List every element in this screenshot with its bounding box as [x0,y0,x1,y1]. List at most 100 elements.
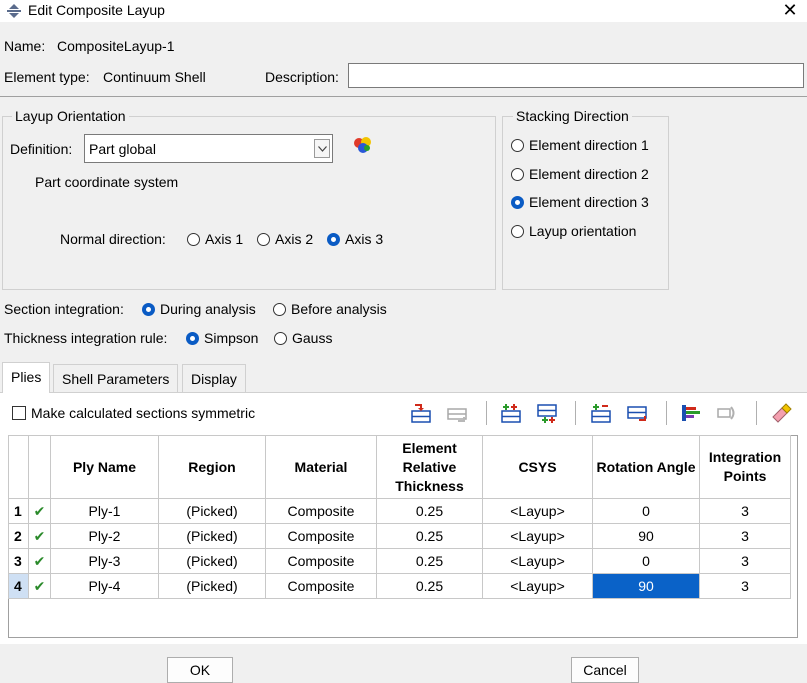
stacking-element-direction-3-radio[interactable]: Element direction 3 [511,194,649,210]
symmetric-checkbox[interactable] [12,406,26,420]
tab-display[interactable]: Display [182,364,246,392]
material-cell[interactable]: Composite [265,573,377,599]
thickness-cell[interactable]: 0.25 [376,548,483,574]
table-row[interactable]: 2 ✔ Ply-2 (Picked) Composite 0.25 <Layup… [8,523,791,549]
material-cell[interactable]: Composite [265,548,377,574]
add-row-below-icon[interactable] [536,402,558,424]
tab-shell-parameters[interactable]: Shell Parameters [53,364,179,392]
header-csys[interactable]: CSYS [482,435,593,499]
header-integration-points[interactable]: Integration Points [699,435,791,499]
integration-points-cell[interactable]: 3 [699,548,791,574]
header-row-number [8,435,29,499]
tab-plies[interactable]: Plies [2,362,51,393]
csys-cell[interactable]: <Layup> [482,498,593,524]
integration-points-cell[interactable]: 3 [699,573,791,599]
thickness-cell[interactable]: 0.25 [376,498,483,524]
simpson-radio[interactable]: Simpson [186,330,258,346]
thickness-integration-label: Thickness integration rule: [4,330,168,346]
close-icon[interactable]: ✕ [778,0,802,21]
toolbar-separator [575,401,576,425]
radio-icon [274,331,287,345]
header-region[interactable]: Region [158,435,266,499]
header-ply-name[interactable]: Ply Name [50,435,159,499]
region-cell[interactable]: (Picked) [158,573,266,599]
stacking-element-direction-2-radio[interactable]: Element direction 2 [511,166,649,182]
eraser-icon[interactable] [770,402,792,424]
region-cell[interactable]: (Picked) [158,523,266,549]
during-analysis-radio[interactable]: During analysis [142,301,256,317]
rotation-angle-cell-selected[interactable]: 90 [592,573,700,599]
table-row[interactable]: 3 ✔ Ply-3 (Picked) Composite 0.25 <Layup… [8,548,791,574]
table-row[interactable]: 1 ✔ Ply-1 (Picked) Composite 0.25 <Layup… [8,498,791,524]
radio-icon [187,232,200,246]
row-number[interactable]: 4 [8,573,29,599]
insert-row-before-icon[interactable] [410,402,432,424]
stacking-layup-orientation-radio[interactable]: Layup orientation [511,223,636,239]
csys-cell[interactable]: <Layup> [482,523,593,549]
check-icon: ✔ [28,548,51,574]
header-status [28,435,51,499]
material-cell[interactable]: Composite [265,498,377,524]
normal-axis-1-radio[interactable]: Axis 1 [187,231,243,247]
app-logo-icon [7,4,21,18]
separator [0,96,807,97]
plies-table: Ply Name Region Material Element Relativ… [8,435,791,599]
rotation-angle-cell[interactable]: 90 [592,523,700,549]
header-material[interactable]: Material [265,435,377,499]
radio-icon [257,232,270,246]
ply-name-cell[interactable]: Ply-3 [50,548,159,574]
chevron-down-icon[interactable] [314,139,330,158]
region-cell[interactable]: (Picked) [158,548,266,574]
check-icon: ✔ [28,573,51,599]
ok-button[interactable]: OK [167,657,233,683]
radio-icon [511,138,524,152]
delete-row-icon[interactable] [626,402,648,424]
integration-points-cell[interactable]: 3 [699,523,791,549]
before-analysis-radio[interactable]: Before analysis [273,301,387,317]
csys-cell[interactable]: <Layup> [482,548,593,574]
description-input[interactable] [348,63,804,88]
header-rotation-angle[interactable]: Rotation Angle [592,435,700,499]
normal-axis-2-radio[interactable]: Axis 2 [257,231,313,247]
section-integration-label: Section integration: [4,301,124,317]
csys-select-icon[interactable] [352,136,374,154]
radio-icon [511,224,524,238]
add-row-above-icon[interactable] [500,402,522,424]
ply-name-cell[interactable]: Ply-2 [50,523,159,549]
coordinate-system-text: Part coordinate system [35,174,179,190]
symmetric-label: Make calculated sections symmetric [31,405,256,421]
radio-selected-icon [327,232,340,246]
copy-row-icon[interactable] [590,402,612,424]
rotation-angle-cell[interactable]: 0 [592,498,700,524]
cancel-button[interactable]: Cancel [571,657,639,683]
row-number[interactable]: 2 [8,523,29,549]
insert-row-after-disabled-icon[interactable] [446,402,468,424]
check-icon: ✔ [28,498,51,524]
stacking-direction-title: Stacking Direction [513,108,632,124]
normal-axis-3-radio[interactable]: Axis 3 [327,231,383,247]
ply-name-cell[interactable]: Ply-4 [50,573,159,599]
sort-plies-icon[interactable] [680,402,702,424]
header-thickness[interactable]: Element Relative Thickness [376,435,483,499]
row-number[interactable]: 1 [8,498,29,524]
integration-points-cell[interactable]: 3 [699,498,791,524]
toolbar-separator [756,401,757,425]
thickness-cell[interactable]: 0.25 [376,523,483,549]
move-row-disabled-icon[interactable] [716,402,738,424]
definition-combo[interactable]: Part global [84,134,333,163]
normal-direction-label: Normal direction: [60,231,166,247]
region-cell[interactable]: (Picked) [158,498,266,524]
gauss-radio[interactable]: Gauss [274,330,332,346]
material-cell[interactable]: Composite [265,523,377,549]
row-number[interactable]: 3 [8,548,29,574]
description-label: Description: [265,69,339,85]
rotation-angle-cell[interactable]: 0 [592,548,700,574]
layup-orientation-title: Layup Orientation [12,108,129,124]
stacking-element-direction-1-radio[interactable]: Element direction 1 [511,137,649,153]
table-row[interactable]: 4 ✔ Ply-4 (Picked) Composite 0.25 <Layup… [8,573,791,599]
element-type-value: Continuum Shell [103,69,206,85]
thickness-cell[interactable]: 0.25 [376,573,483,599]
name-label: Name: [4,38,46,54]
ply-name-cell[interactable]: Ply-1 [50,498,159,524]
csys-cell[interactable]: <Layup> [482,573,593,599]
